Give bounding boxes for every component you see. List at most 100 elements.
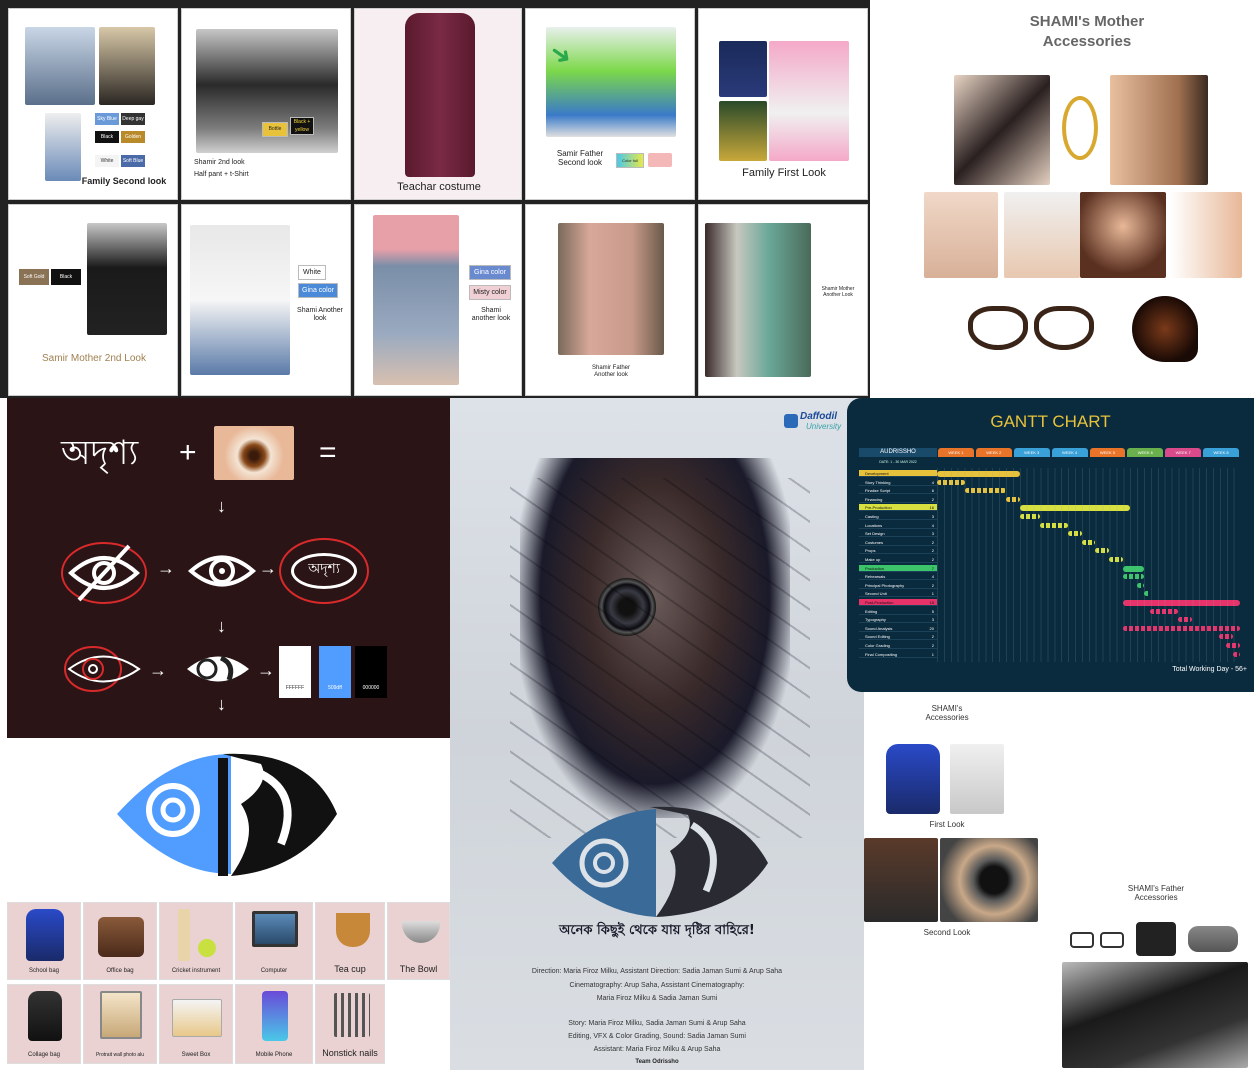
gantt-week-header: WEEK 3 <box>1013 448 1050 457</box>
prop-computer: Computer <box>235 902 313 980</box>
photo-eye <box>214 426 294 480</box>
gantt-task-days: 2 <box>931 634 934 640</box>
gantt-week-header: WEEK 2 <box>975 448 1012 457</box>
photo-child <box>45 113 81 181</box>
gantt-task-row: Production 7 <box>859 564 937 572</box>
tag-misty-color: Misty color <box>469 285 511 300</box>
photo-nose-pin <box>1170 192 1242 278</box>
pink-swatch <box>648 153 672 167</box>
gantt-task-row: Development <box>859 470 937 477</box>
samir-father-second-look-label: Samir Father Second look <box>556 149 604 168</box>
first-look-label: First Look <box>929 820 965 829</box>
gantt-task-days: 2 <box>931 557 934 562</box>
prop-label: Collage bag <box>27 1052 61 1058</box>
photo-woman-black-kurta <box>87 223 167 335</box>
eye-slash-icon <box>61 542 147 604</box>
color-swatch-black-label: 000000 <box>362 685 380 691</box>
gantt-task-days: 2 <box>931 582 934 588</box>
swatch-black: Black <box>95 131 119 143</box>
family-first-look-label: Family First Look <box>742 167 826 179</box>
shami-another-look-card: White Gina color Shami Another look <box>181 204 351 396</box>
gantt-grid <box>937 468 1240 662</box>
gantt-task-row: Set Design 3 <box>859 530 937 538</box>
photo-boy-white-shirt <box>769 41 849 161</box>
eye-icon <box>187 555 257 587</box>
watch-photo <box>940 838 1038 922</box>
slippers-photo <box>1188 926 1238 952</box>
arrow-right-1: → <box>157 558 175 578</box>
plus-sign: + <box>179 436 197 469</box>
backpack-icon <box>28 991 62 1041</box>
gantt-task-days: 1 <box>931 651 934 657</box>
gantt-task-days: 1 <box>931 591 934 597</box>
computer-icon <box>252 911 298 947</box>
university-logo-icon <box>784 414 798 428</box>
office-bag-photo <box>1136 922 1176 956</box>
utensils-icon <box>334 993 370 1037</box>
credit-team: Team Odrissho <box>635 1059 679 1065</box>
half-pant-label: Half pant + t-Shirt <box>194 171 249 178</box>
hair-clip-icon <box>1132 296 1198 362</box>
gantt-task-row: Final Compositing 1 <box>859 651 937 658</box>
gantt-week-header: WEEK 5 <box>1089 448 1126 457</box>
phone-icon <box>262 991 288 1041</box>
swatch-white: White <box>95 155 119 167</box>
prop-label: Cricket instrument <box>171 968 221 974</box>
photo-man <box>25 27 95 105</box>
logo-eye-icon <box>187 655 249 682</box>
photo-necklace <box>1004 192 1080 278</box>
gantt-task-days: 3 <box>931 617 934 623</box>
white-shoes-photo <box>950 744 1004 814</box>
family-second-look-label: Family Second look <box>81 176 167 186</box>
logo-design-board: অদৃশ্য + = ↓ → → অদৃশ্য ↓ → → FFFFFF 509… <box>7 398 450 738</box>
arrow-right-4: → <box>257 660 275 680</box>
arrow-down-1: ↓ <box>217 496 226 516</box>
shatter-shards <box>510 478 810 838</box>
photo-earring <box>1110 75 1208 185</box>
gantt-task-row: Second Unit 1 <box>859 590 937 598</box>
gantt-task-days: 2 <box>931 539 934 545</box>
gantt-task-row: Color Grading 2 <box>859 642 937 649</box>
photo-man-lungi <box>558 223 664 355</box>
bowl-icon <box>402 921 440 943</box>
eye-word-text: অদৃশ্য <box>308 561 340 577</box>
swatch-deep-gay: Deep gay <box>121 113 145 125</box>
prop-label: Protrait wall photo alu <box>95 1052 145 1058</box>
gantt-task-row: Story Thinking 4 <box>859 479 937 486</box>
university-sub: University <box>806 422 842 431</box>
gantt-task-row: Props 2 <box>859 547 937 555</box>
prop-label: Office bag <box>106 968 134 974</box>
school-backpack-photo <box>886 744 940 814</box>
gantt-task-days: 2 <box>931 643 934 648</box>
prop-label: School bag <box>28 968 60 974</box>
tag-white: White <box>298 265 326 280</box>
gantt-task-row: Typography 3 <box>859 616 937 624</box>
mother-accessories-title: SHAMI's Mother Accessories <box>1029 13 1145 50</box>
gantt-task-days: 6 <box>931 488 934 494</box>
cricket-ball <box>198 939 216 957</box>
prop-label: Tea cup <box>334 964 366 974</box>
school-bag-icon <box>26 909 64 961</box>
prop-cricket: Cricket instrument <box>159 902 233 980</box>
bangla-title: অদৃশ্য <box>61 433 139 473</box>
samir-mother-2nd-look-card: Soft Gold Black Samir Mother 2nd Look <box>8 204 178 396</box>
gantt-task-days: 4 <box>931 574 934 580</box>
credit-line-6: Assistant: Maria Firoz Milku & Arup Saha <box>593 1046 721 1053</box>
poster-logo-icon <box>552 806 768 917</box>
arrow-right-3: → <box>149 660 167 680</box>
shami-another-look-label: Shami Another look <box>297 307 343 323</box>
prop-school-bag: School bag <box>7 902 81 980</box>
gantt-task-days: 2 <box>931 548 934 554</box>
samir-mother-2nd-look-label: Samir Mother 2nd Look <box>42 353 146 364</box>
photo-ring <box>924 192 998 278</box>
prop-tea-cup: Tea cup <box>315 902 385 980</box>
photo-navy-shirt <box>719 41 767 97</box>
shami-another-look-2-label: Shami another look <box>471 307 511 323</box>
teacher-costume-card: Teachar costume <box>354 8 522 200</box>
arrow-down-2: ↓ <box>217 616 226 636</box>
swatch-golden: Golden <box>121 131 145 143</box>
shami-another-look-2-card: Gina color Misty color Shami another loo… <box>354 204 522 396</box>
eyeglasses-icon <box>1070 930 1126 950</box>
credit-line-3: Maria Firoz Milku & Sadia Jaman Sumi <box>596 995 718 1002</box>
credit-line-1: Direction: Maria Firoz Milku, Assistant … <box>531 968 783 975</box>
